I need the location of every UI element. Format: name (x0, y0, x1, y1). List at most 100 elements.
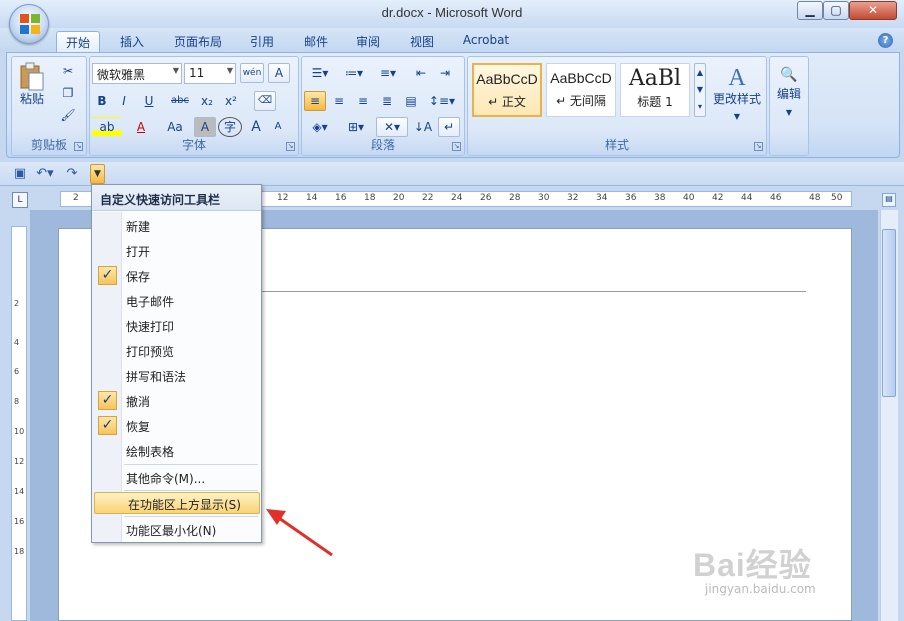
tab-home[interactable]: 开始 (56, 31, 100, 52)
clear-format-button[interactable]: ⌫ (254, 91, 276, 111)
superscript-button[interactable]: x² (220, 91, 242, 111)
redo-icon[interactable]: ↷ (64, 166, 80, 182)
enclose-char-button[interactable]: 字 (218, 117, 242, 137)
align-center-button[interactable]: ≡ (328, 91, 350, 111)
decrease-indent-button[interactable]: ⇤ (410, 63, 432, 83)
close-icon: ✕ (867, 3, 879, 17)
char-border-button[interactable]: A (268, 63, 290, 83)
increase-indent-button[interactable]: ⇥ (434, 63, 456, 83)
style-heading-1[interactable]: AaBl 标题 1 (620, 63, 690, 117)
change-styles-button[interactable]: A 更改样式 ▼ (710, 63, 764, 129)
char-shading-button[interactable]: A (194, 117, 216, 137)
underline-button[interactable]: U (136, 91, 162, 111)
qat-customize-button[interactable]: ▼ (90, 164, 105, 184)
highlight-button[interactable]: ab (92, 117, 122, 137)
menu-item-open[interactable]: 打开 (93, 240, 261, 262)
menu-item-redo[interactable]: ✓ 恢复 (93, 415, 261, 437)
chinese-layout-button[interactable]: ✕▾ (376, 117, 408, 137)
ruler-number: 10 (14, 427, 25, 436)
menu-item-undo[interactable]: ✓ 撤消 (93, 390, 261, 412)
group-clipboard: 粘贴 ✂ ❐ 🖌 剪贴板 ↘ (11, 56, 87, 156)
tab-references[interactable]: 引用 (242, 31, 282, 52)
chevron-up-icon: ▲ (696, 68, 704, 77)
view-ruler-toggle[interactable]: ▤ (882, 193, 896, 207)
tab-view[interactable]: 视图 (402, 31, 442, 52)
menu-item-new[interactable]: 新建 (93, 215, 261, 237)
scrollbar-thumb[interactable] (882, 229, 896, 397)
change-case-button[interactable]: Aa (160, 117, 190, 137)
strikethrough-button[interactable]: abc (166, 91, 194, 111)
paste-button[interactable]: 粘贴 (16, 61, 48, 117)
paste-icon (20, 62, 44, 91)
clipboard-launcher-icon[interactable]: ↘ (74, 142, 83, 151)
italic-button[interactable]: I (114, 91, 134, 111)
distribute-button[interactable]: ▤ (400, 91, 422, 111)
font-color-button[interactable]: A (126, 117, 156, 137)
ruler-number: 24 (451, 193, 463, 203)
styles-launcher-icon[interactable]: ↘ (754, 142, 763, 151)
tab-insert[interactable]: 插入 (112, 31, 152, 52)
qat-customize-menu: 自定义快速访问工具栏 新建 打开 ✓ 保存 电子邮件 快速打印 打印预览 拼写和语… (91, 184, 262, 543)
bullet-list-icon: ☰▾ (311, 66, 329, 80)
bold-button[interactable]: B (92, 91, 112, 111)
tab-acrobat[interactable]: Acrobat (456, 31, 516, 52)
menu-item-label: 电子邮件 (126, 295, 175, 309)
font-launcher-icon[interactable]: ↘ (286, 142, 295, 151)
style-normal[interactable]: AaBbCcD ↵ 正文 (472, 63, 542, 117)
align-left-button[interactable]: ≡ (304, 91, 326, 111)
sort-button[interactable]: ↓A (412, 117, 434, 137)
menu-item-email[interactable]: 电子邮件 (93, 290, 261, 312)
pilcrow-icon: ↵ (443, 120, 455, 134)
font-name-combo[interactable]: 微软雅黑 ▼ (92, 63, 182, 84)
office-button[interactable] (9, 4, 49, 44)
bullets-button[interactable]: ☰▾ (304, 63, 336, 83)
menu-item-show-above-ribbon[interactable]: 在功能区上方显示(S) (94, 492, 260, 514)
ruler-number: 16 (14, 517, 25, 526)
multilevel-list-button[interactable]: ≡▾ (372, 63, 404, 83)
close-button[interactable]: ✕ (849, 1, 897, 20)
tab-review[interactable]: 审阅 (348, 31, 388, 52)
numbering-button[interactable]: ≔▾ (338, 63, 370, 83)
menu-item-draw-table[interactable]: 绘制表格 (93, 440, 261, 462)
menu-item-print-preview[interactable]: 打印预览 (93, 340, 261, 362)
vertical-ruler[interactable]: 2 4 6 8 10 12 14 16 18 (11, 226, 27, 621)
styles-scroll[interactable]: ▲ ▼ ▾ (694, 63, 706, 117)
editing-button[interactable]: 🔍 编辑 ▼ (772, 63, 806, 129)
align-right-button[interactable]: ≡ (352, 91, 374, 111)
font-size-combo[interactable]: 11 ▼ (184, 63, 236, 84)
paint-bucket-icon: ◈▾ (312, 120, 328, 134)
menu-item-save[interactable]: ✓ 保存 (93, 265, 261, 287)
line-spacing-button[interactable]: ↕≡▾ (426, 91, 458, 111)
menu-item-quick-print[interactable]: 快速打印 (93, 315, 261, 337)
menu-item-more-commands[interactable]: 其他命令(M)... (93, 467, 261, 489)
menu-separator (124, 490, 258, 491)
save-icon[interactable]: ▣ (12, 166, 28, 182)
tab-page-layout[interactable]: 页面布局 (166, 31, 230, 52)
group-label-paragraph: 段落 (370, 138, 395, 152)
style-no-spacing[interactable]: AaBbCcD ↵ 无间隔 (546, 63, 616, 117)
tab-mailings[interactable]: 邮件 (296, 31, 336, 52)
shading-button[interactable]: ◈▾ (304, 117, 336, 137)
cut-button[interactable]: ✂ (58, 61, 78, 81)
menu-item-label: 打印预览 (126, 345, 175, 359)
copy-button[interactable]: ❐ (58, 83, 78, 103)
format-painter-button[interactable]: 🖌 (58, 105, 78, 125)
paragraph-launcher-icon[interactable]: ↘ (452, 142, 461, 151)
borders-button[interactable]: ⊞▾ (340, 117, 372, 137)
justify-button[interactable]: ≣ (376, 91, 398, 111)
minimize-button[interactable]: ▁ (797, 1, 823, 20)
menu-item-minimize-ribbon[interactable]: 功能区最小化(N) (93, 519, 261, 541)
show-marks-button[interactable]: ↵ (438, 117, 460, 137)
maximize-button[interactable]: ▢ (823, 1, 849, 20)
menu-item-label: 保存 (126, 270, 151, 284)
phonetic-guide-button[interactable]: wén (240, 63, 264, 83)
grow-font-button[interactable]: A (246, 117, 266, 137)
align-right-icon: ≡ (357, 94, 369, 108)
shrink-font-button[interactable]: A (268, 117, 288, 137)
tab-selector-icon[interactable]: L (12, 192, 28, 208)
font-name-value: 微软雅黑 (97, 68, 146, 82)
undo-icon[interactable]: ↶▾ (34, 166, 56, 182)
help-icon[interactable]: ? (878, 33, 893, 48)
subscript-button[interactable]: x₂ (196, 91, 218, 111)
menu-item-spelling[interactable]: 拼写和语法 (93, 365, 261, 387)
